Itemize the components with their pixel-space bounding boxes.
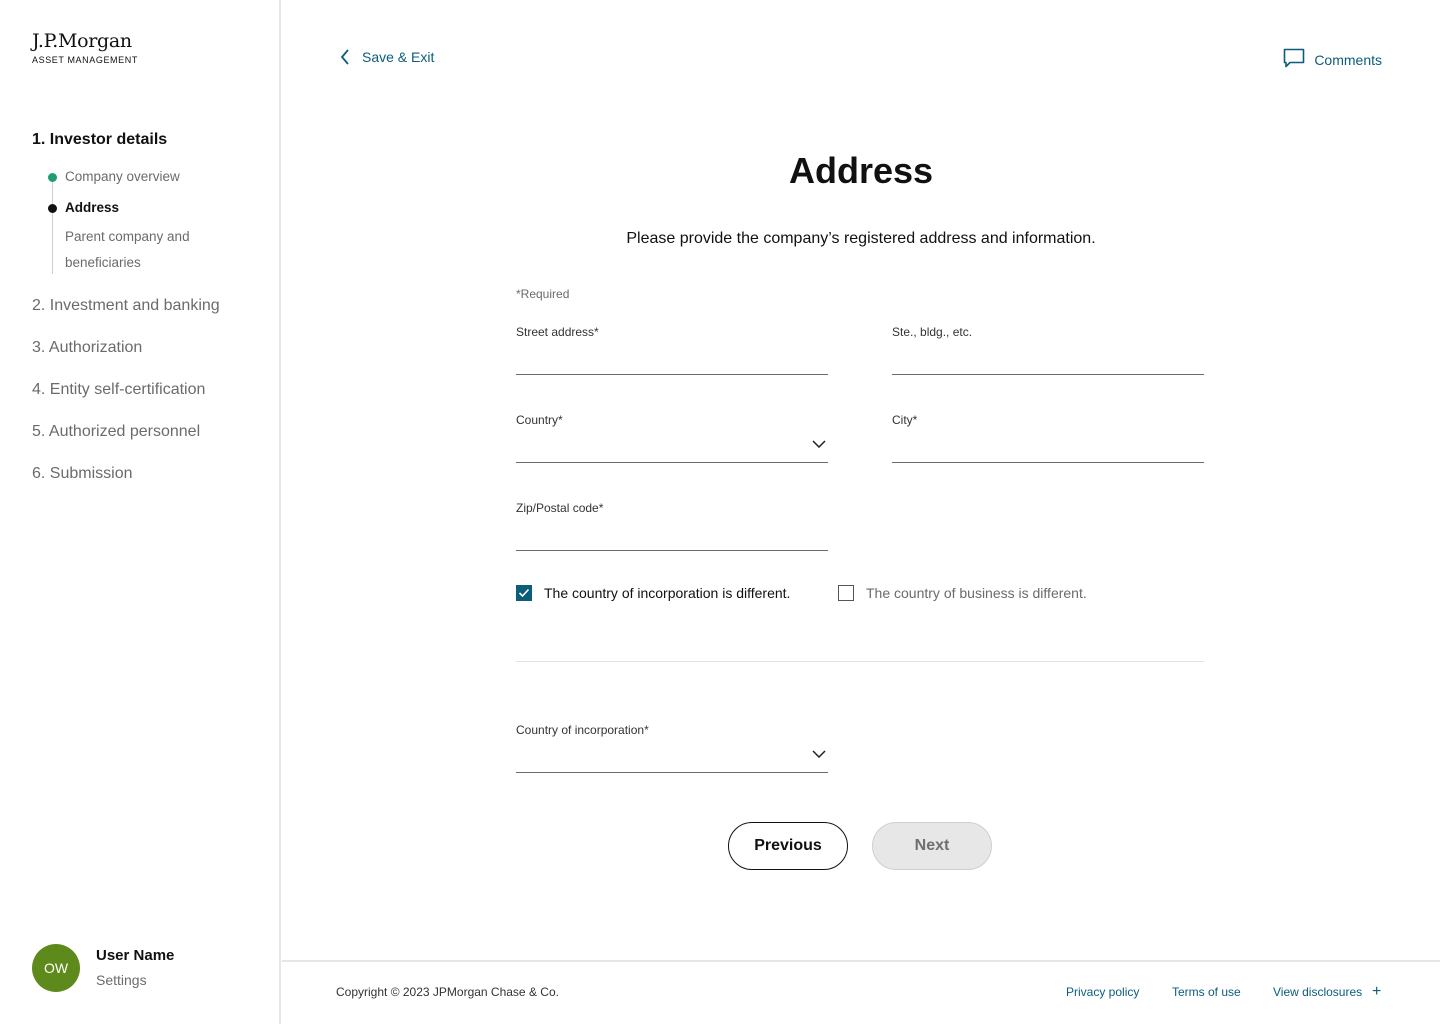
view-disclosures-link[interactable]: View disclosures bbox=[1273, 985, 1362, 999]
save-exit-button[interactable]: Save & Exit bbox=[340, 49, 434, 65]
comment-icon bbox=[1283, 48, 1305, 71]
street-address-label: Street address* bbox=[516, 325, 599, 339]
completed-dot-icon bbox=[48, 173, 57, 182]
comments-label: Comments bbox=[1314, 51, 1382, 68]
field-underline bbox=[892, 462, 1204, 463]
substep-list: Company overview Address Parent company … bbox=[48, 164, 252, 276]
jpmorgan-logo[interactable]: J.P.Morgan ASSET MANAGEMENT bbox=[32, 30, 138, 66]
settings-link[interactable]: Settings bbox=[96, 972, 147, 988]
logo-sub-text: ASSET MANAGEMENT bbox=[32, 55, 138, 65]
checkbox-checked-icon[interactable] bbox=[516, 585, 532, 601]
sidebar-step-investor-details[interactable]: 1. Investor details bbox=[32, 131, 167, 149]
street-address-field[interactable]: Street address* bbox=[516, 325, 828, 375]
field-underline bbox=[516, 550, 828, 551]
footer-divider bbox=[282, 960, 1440, 962]
substep-address[interactable]: Address bbox=[48, 195, 252, 221]
substep-label: Company overview bbox=[65, 169, 180, 184]
save-exit-label: Save & Exit bbox=[362, 49, 435, 65]
chevron-down-icon bbox=[812, 745, 826, 763]
substep-company-overview[interactable]: Company overview bbox=[48, 164, 252, 190]
suite-field[interactable]: Ste., bldg., etc. bbox=[892, 325, 1204, 375]
page-title: Address bbox=[788, 150, 934, 191]
city-label: City* bbox=[892, 413, 918, 427]
business-checkbox-label: The country of business is different. bbox=[866, 585, 1087, 601]
zip-code-label: Zip/Postal code* bbox=[516, 501, 604, 515]
incorporation-checkbox-label: The country of incorporation is differen… bbox=[544, 585, 791, 601]
logo-main-text: J.P.Morgan bbox=[32, 30, 132, 52]
terms-of-use-link[interactable]: Terms of use bbox=[1172, 985, 1241, 999]
country-label: Country* bbox=[516, 413, 563, 427]
incorporation-checkbox[interactable]: The country of incorporation is differen… bbox=[516, 585, 790, 601]
next-button[interactable]: Next bbox=[872, 822, 992, 870]
substep-parent-company[interactable]: Parent company and beneficiaries bbox=[52, 224, 252, 276]
sidebar-step-investment-banking[interactable]: 2. Investment and banking bbox=[32, 297, 220, 315]
current-dot-icon bbox=[48, 204, 57, 213]
privacy-policy-link[interactable]: Privacy policy bbox=[1066, 985, 1139, 999]
field-underline bbox=[516, 462, 828, 463]
field-underline bbox=[516, 374, 828, 375]
country-select[interactable]: Country* bbox=[516, 413, 828, 463]
sidebar: J.P.Morgan ASSET MANAGEMENT 1. Investor … bbox=[0, 0, 281, 1024]
sidebar-step-submission[interactable]: 6. Submission bbox=[32, 465, 133, 483]
country-of-incorporation-label: Country of incorporation* bbox=[516, 723, 649, 737]
checkbox-empty-icon[interactable] bbox=[838, 585, 854, 601]
sidebar-step-entity-self-certification[interactable]: 4. Entity self-certification bbox=[32, 381, 205, 399]
chevron-left-icon bbox=[340, 49, 350, 65]
substep-label: Address bbox=[65, 200, 120, 215]
required-note: *Required bbox=[516, 287, 570, 301]
user-name: User Name bbox=[96, 947, 175, 964]
section-divider bbox=[516, 661, 1204, 662]
plus-icon[interactable]: + bbox=[1372, 983, 1381, 1001]
field-underline bbox=[516, 772, 828, 773]
city-field[interactable]: City* bbox=[892, 413, 1204, 463]
zip-code-field[interactable]: Zip/Postal code* bbox=[516, 501, 828, 551]
field-underline bbox=[892, 374, 1204, 375]
business-checkbox[interactable]: The country of business is different. bbox=[838, 585, 1087, 601]
substep-label: Parent company and beneficiaries bbox=[65, 229, 190, 270]
chevron-down-icon bbox=[812, 435, 826, 453]
copyright-text: Copyright © 2023 JPMorgan Chase & Co. bbox=[336, 985, 559, 999]
sidebar-step-authorized-personnel[interactable]: 5. Authorized personnel bbox=[32, 423, 200, 441]
country-of-incorporation-select[interactable]: Country of incorporation* bbox=[516, 723, 828, 773]
comments-button[interactable]: Comments bbox=[1283, 48, 1382, 71]
sidebar-step-authorization[interactable]: 3. Authorization bbox=[32, 339, 142, 357]
avatar[interactable]: OW bbox=[32, 944, 80, 992]
suite-label: Ste., bldg., etc. bbox=[892, 325, 973, 339]
previous-button[interactable]: Previous bbox=[728, 822, 848, 870]
page-subtitle: Please provide the company’s registered … bbox=[626, 230, 1096, 247]
